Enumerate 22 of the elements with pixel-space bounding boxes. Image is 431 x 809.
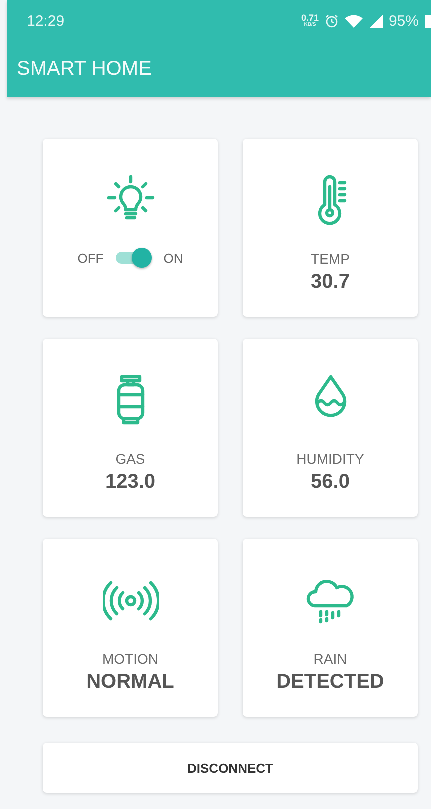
sensor-value: 30.7 xyxy=(311,271,350,294)
wifi-icon xyxy=(344,14,363,28)
signal-icon xyxy=(368,14,383,28)
sensor-label: MOTION xyxy=(102,651,158,667)
alarm-clock-icon xyxy=(324,14,339,28)
app-title: SMART HOME xyxy=(17,58,152,81)
status-time: 12:29 xyxy=(27,12,65,30)
sensor-value: 123.0 xyxy=(105,471,156,494)
on-label: ON xyxy=(164,250,184,266)
sensor-value: DETECTED xyxy=(276,671,384,694)
sensor-label: RAIN xyxy=(314,651,348,667)
off-label: OFF xyxy=(78,250,104,266)
sensor-label: TEMP xyxy=(311,251,350,267)
network-speed: 0.71 xyxy=(301,14,319,23)
battery-percent: 95% xyxy=(388,12,419,30)
sensor-value: 56.0 xyxy=(311,471,350,494)
sensor-label: HUMIDITY xyxy=(296,451,364,467)
sensor-value: NORMAL xyxy=(86,671,174,694)
sensor-label: GAS xyxy=(116,451,146,467)
disconnect-button[interactable]: DISCONNECT xyxy=(43,743,418,793)
light-switch[interactable] xyxy=(116,247,152,269)
battery-icon xyxy=(425,14,431,28)
